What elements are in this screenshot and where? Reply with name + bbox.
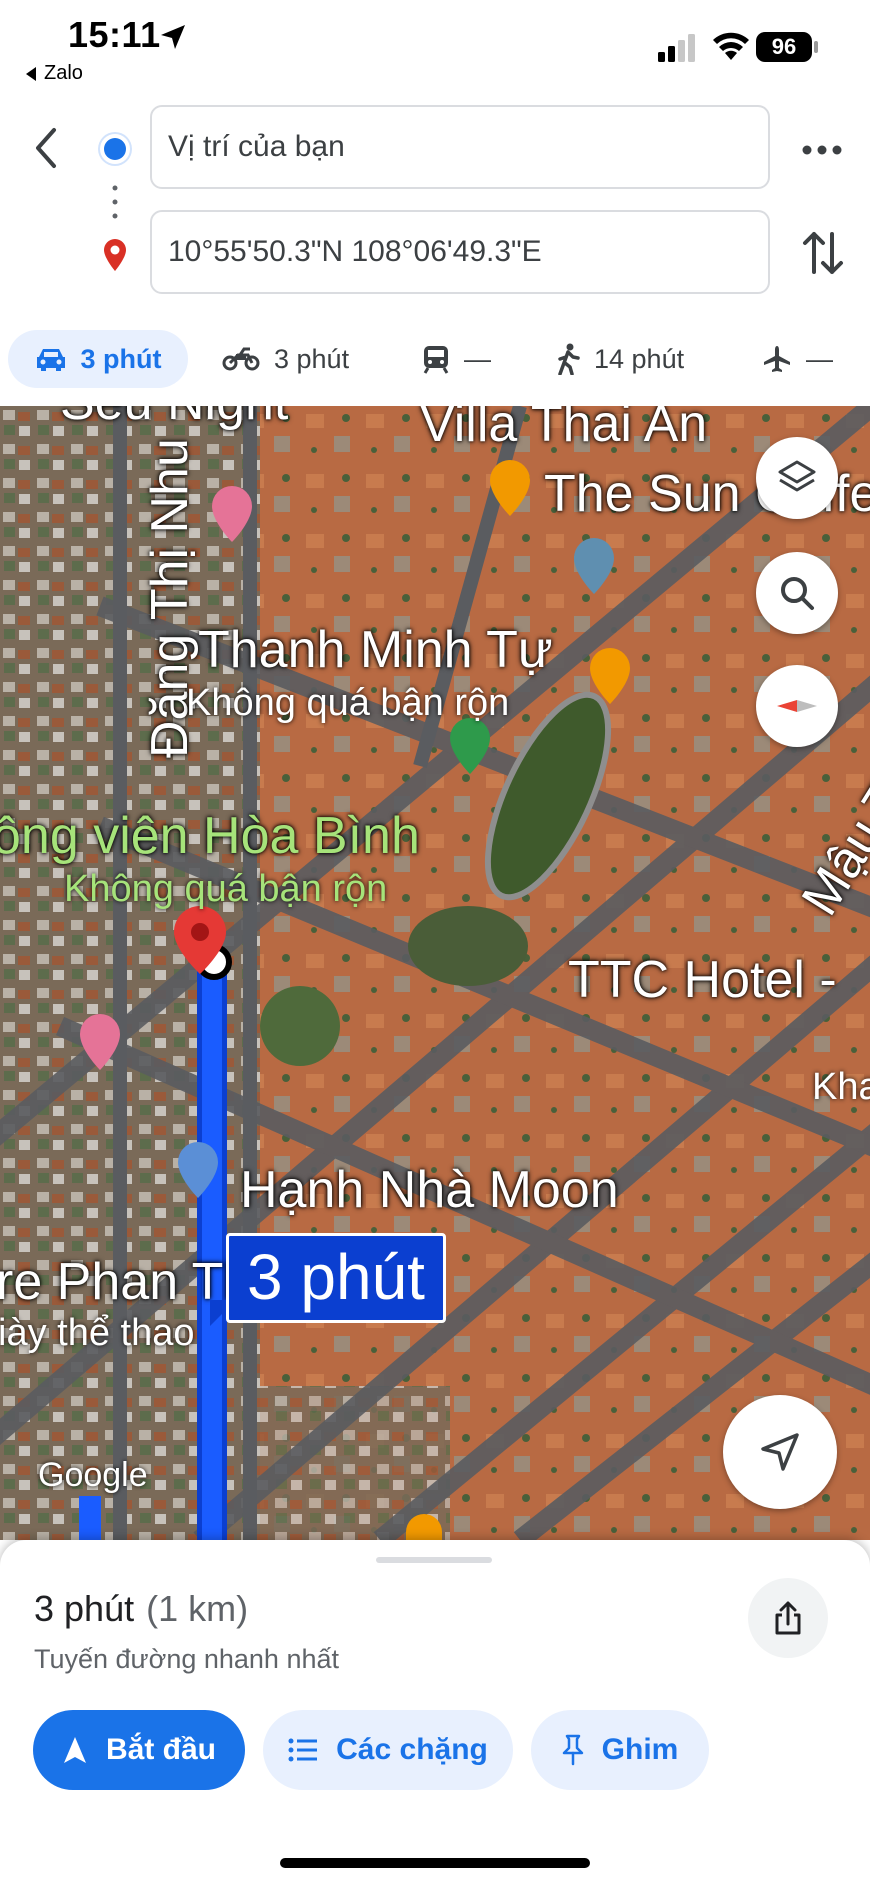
destination-field[interactable]: 10°55'50.3"N 108°06'49.3"E <box>150 210 770 294</box>
compass-button[interactable] <box>756 665 838 747</box>
battery-nub <box>814 41 818 53</box>
car-icon <box>36 349 65 371</box>
mode-motorbike-label: 3 phút <box>274 343 350 374</box>
start-button[interactable]: Bắt đầu <box>33 1710 245 1790</box>
back-to-app-link[interactable]: Zalo <box>26 62 83 85</box>
sheet-drag-handle[interactable] <box>376 1557 492 1563</box>
map-label-park[interactable]: ông viên Hòa Bình <box>0 806 420 866</box>
route-description: Tuyến đường nhanh nhất <box>34 1644 340 1674</box>
route-distance: (1 km) <box>146 1588 249 1629</box>
map-label-thanh-minh-tu[interactable]: Thanh Minh Tự <box>198 620 553 680</box>
status-time: 15:11 <box>68 14 161 55</box>
compass-icon <box>777 700 817 712</box>
origin-dot-icon <box>104 138 126 160</box>
mode-car-label: 3 phút <box>80 343 162 374</box>
back-icon[interactable] <box>28 124 64 172</box>
map-label-villa: Villa Thai An <box>420 406 708 453</box>
battery-indicator: 96 <box>756 32 812 62</box>
steps-label: Các chặng <box>336 1733 488 1766</box>
satellite-map[interactable]: Villa Thai An Seu Night The Sun Coffe Đặ… <box>0 406 870 1540</box>
cellular-signal-icon <box>658 34 695 62</box>
pin-button[interactable]: Ghim <box>531 1710 709 1790</box>
pin-label: Ghim <box>601 1733 679 1766</box>
airplane-icon <box>764 346 790 372</box>
eta-bubble[interactable]: 3 phút <box>226 1233 446 1323</box>
start-label: Bắt đầu <box>105 1733 216 1766</box>
home-indicator[interactable] <box>280 1858 590 1868</box>
map-label-moon[interactable]: Hạnh Nhà Moon <box>240 1160 619 1220</box>
share-button[interactable] <box>748 1578 828 1658</box>
mode-tab-motorbike[interactable]: 3 phút <box>222 330 349 388</box>
motorbike-icon <box>222 347 260 371</box>
wifi-icon <box>713 32 749 60</box>
mode-tab-car[interactable]: 3 phút <box>8 330 188 388</box>
swap-icon[interactable] <box>800 228 846 278</box>
map-label-park-sub: Không quá bận rộn <box>64 868 388 910</box>
mode-transit-label: — <box>464 343 491 374</box>
location-arrow-icon <box>161 25 185 49</box>
route-dots-icon <box>112 185 118 219</box>
mode-walk-label: 14 phút <box>594 343 685 374</box>
more-options-icon[interactable] <box>800 138 844 162</box>
list-icon <box>288 1738 318 1762</box>
pin-icon <box>562 1734 583 1766</box>
origin-field[interactable]: Vị trí của bạn <box>150 105 770 189</box>
map-label-ttc-hotel[interactable]: TTC Hotel - <box>568 950 837 1010</box>
mode-tab-walk[interactable]: 14 phút <box>556 330 684 388</box>
walk-icon <box>558 343 580 375</box>
map-label-giay: iày thể thao <box>0 1312 195 1354</box>
search-icon <box>781 577 814 610</box>
map-label-top: Seu Night <box>60 406 288 432</box>
mode-tab-flight[interactable]: — <box>762 330 833 388</box>
share-icon <box>775 1601 801 1635</box>
mode-tab-transit[interactable]: — <box>422 330 491 388</box>
destination-pin-icon <box>104 239 126 271</box>
layers-button[interactable] <box>756 437 838 519</box>
map-label-thanh-minh-tu-sub: Không quá bận rộn <box>186 682 510 724</box>
route-duration: 3 phút (1 km) <box>34 1588 248 1630</box>
map-label-kha: Kha <box>812 1066 870 1108</box>
google-logo: Google <box>38 1456 148 1494</box>
mode-flight-label: — <box>806 343 833 374</box>
navigation-start-icon <box>63 1737 86 1763</box>
back-triangle-icon <box>26 66 36 81</box>
train-icon <box>423 346 449 374</box>
navigation-arrow-icon <box>761 1433 799 1471</box>
route-duration-value: 3 phút <box>34 1588 135 1629</box>
map-search-button[interactable] <box>756 552 838 634</box>
back-app-label: Zalo <box>44 62 83 84</box>
my-location-button[interactable] <box>723 1395 837 1509</box>
steps-button[interactable]: Các chặng <box>263 1710 513 1790</box>
layers-icon <box>778 460 816 492</box>
